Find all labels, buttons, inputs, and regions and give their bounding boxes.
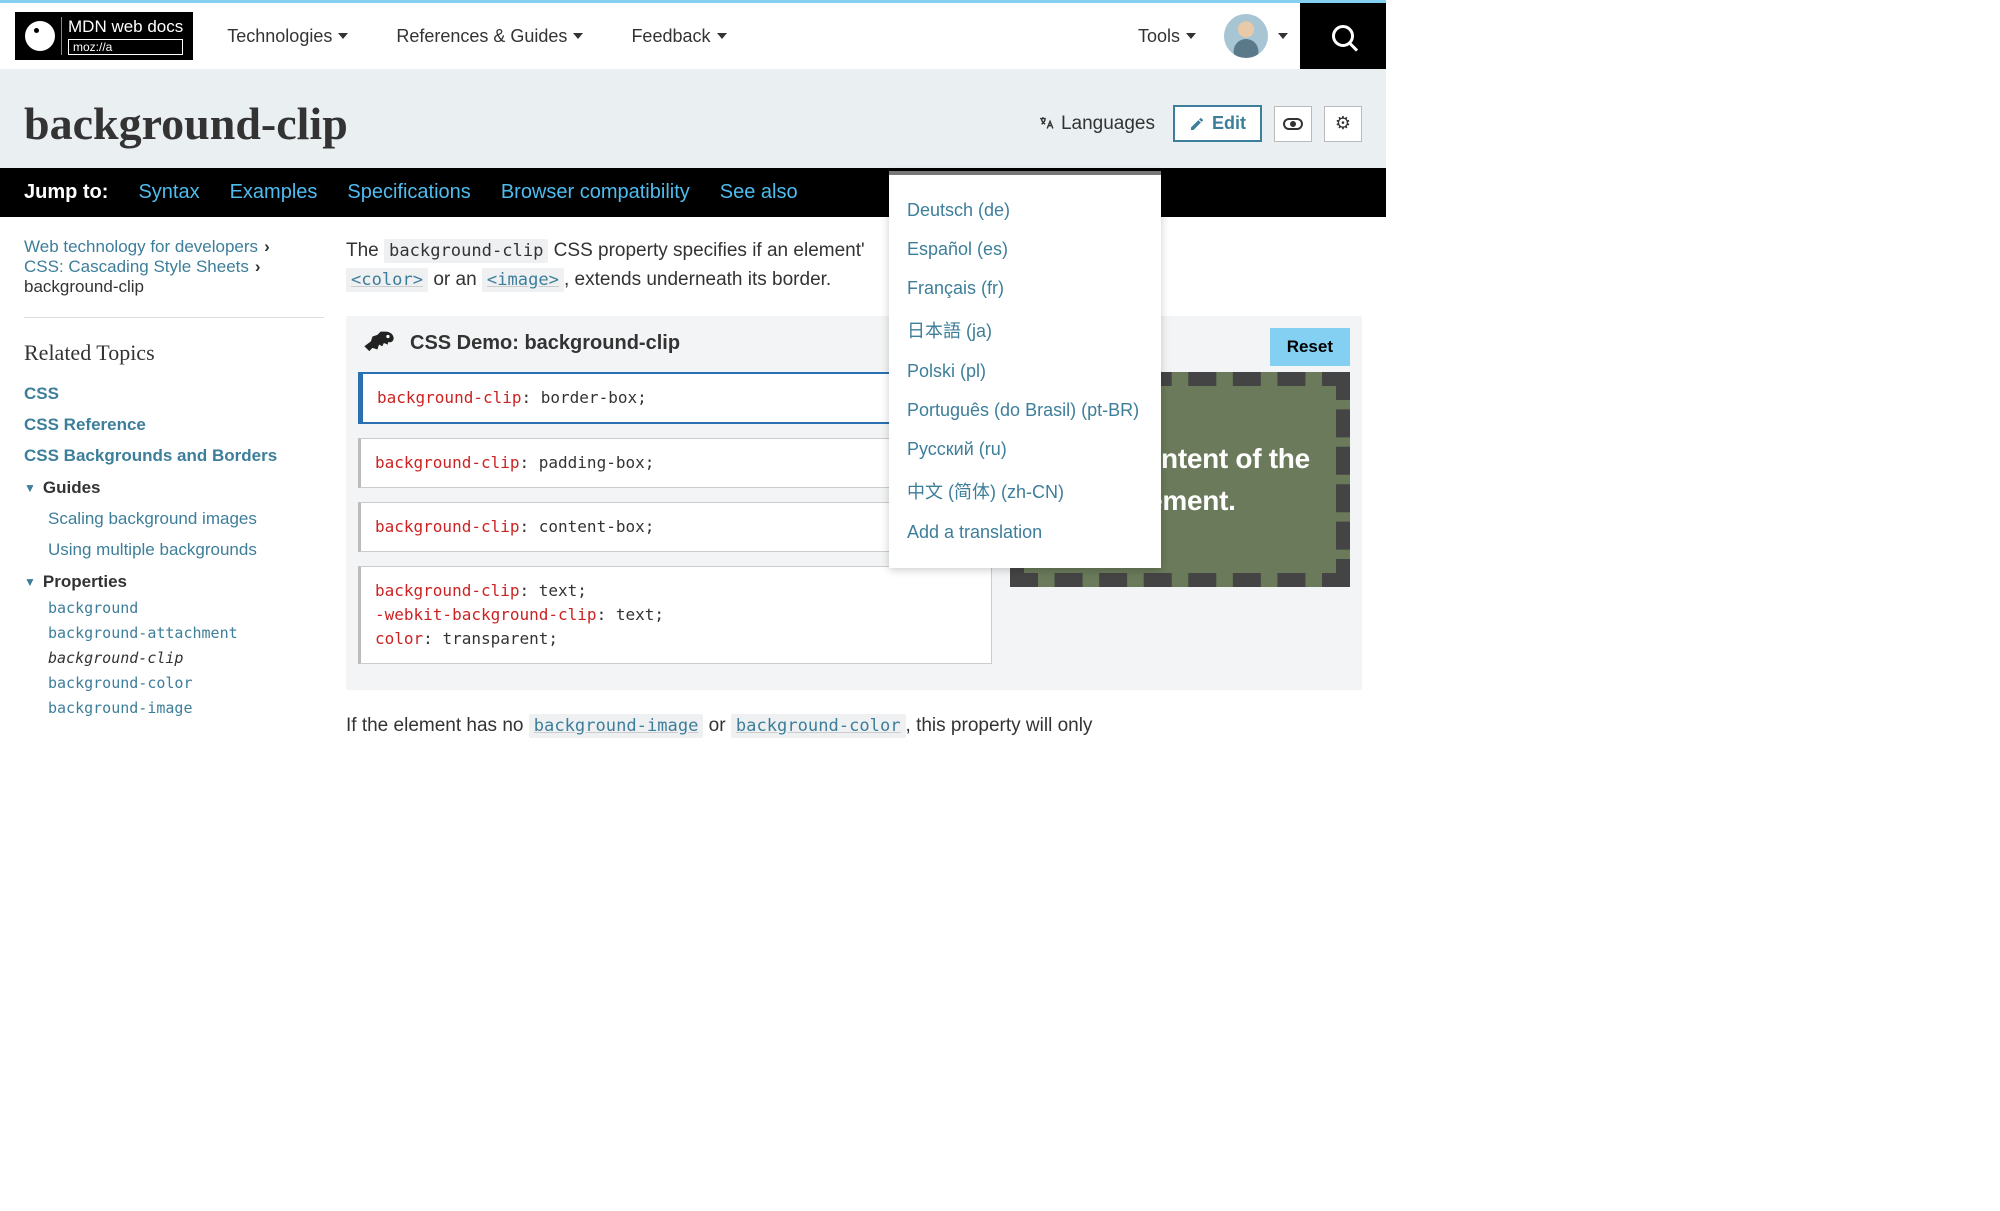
nav-label: Feedback: [631, 26, 710, 47]
mdn-logo[interactable]: MDN web docs moz://a: [15, 12, 193, 60]
breadcrumb: Web technology for developers› CSS: Casc…: [24, 237, 324, 318]
lang-option[interactable]: Deutsch (de): [907, 191, 1143, 230]
sidebar-group-properties[interactable]: ▼ Properties: [24, 572, 324, 592]
content: The background-clip CSS property specifi…: [346, 237, 1362, 741]
lang-option[interactable]: 中文 (简体) (zh-CN): [907, 469, 1143, 513]
code-option[interactable]: background-clip: text; -webkit-backgroun…: [358, 566, 992, 664]
chevron-down-icon: [1278, 33, 1288, 39]
sidebar-group-guides[interactable]: ▼ Guides: [24, 478, 324, 498]
reset-button[interactable]: Reset: [1270, 328, 1350, 366]
jump-link[interactable]: Examples: [230, 181, 318, 204]
lang-option[interactable]: Add a translation: [907, 513, 1143, 552]
nav-label: Tools: [1138, 26, 1180, 47]
jump-link[interactable]: Specifications: [347, 181, 470, 204]
triangle-down-icon: ▼: [24, 481, 36, 495]
outro-paragraph: If the element has no background-image o…: [346, 712, 1362, 741]
dino-icon: [25, 21, 55, 51]
lang-option[interactable]: Português (do Brasil) (pt-BR): [907, 391, 1143, 430]
chevron-right-icon: ›: [255, 257, 261, 277]
nav-label: Technologies: [227, 26, 332, 47]
pencil-icon: [1189, 116, 1205, 132]
title-bar: background-clip Languages Deutsch (de) E…: [0, 69, 1386, 168]
chevron-down-icon: [717, 33, 727, 39]
sidebar-link-backgrounds-borders[interactable]: CSS Backgrounds and Borders: [24, 446, 324, 466]
user-menu[interactable]: [1220, 14, 1300, 58]
sidebar-property[interactable]: background-attachment: [48, 624, 324, 642]
chevron-down-icon: [573, 33, 583, 39]
lang-option[interactable]: Polski (pl): [907, 352, 1143, 391]
breadcrumb-link[interactable]: Web technology for developers: [24, 237, 258, 257]
jump-link[interactable]: Syntax: [138, 181, 199, 204]
edit-button[interactable]: Edit: [1173, 105, 1262, 142]
jump-to-bar: Jump to: Syntax Examples Specifications …: [0, 168, 1386, 217]
sidebar-property[interactable]: background-image: [48, 699, 324, 717]
logo-mozilla: moz://a: [68, 39, 183, 55]
avatar: [1224, 14, 1268, 58]
breadcrumb-link[interactable]: CSS: Cascading Style Sheets: [24, 257, 249, 277]
lang-option[interactable]: Español (es): [907, 230, 1143, 269]
gear-icon: ⚙: [1335, 113, 1351, 134]
nav-label: References & Guides: [396, 26, 567, 47]
sidebar-property[interactable]: background: [48, 599, 324, 617]
lang-option[interactable]: Русский (ru): [907, 430, 1143, 469]
nav-technologies[interactable]: Technologies: [203, 26, 372, 47]
intro-paragraph: The background-clip CSS property specifi…: [346, 237, 1362, 294]
sidebar: Web technology for developers› CSS: Casc…: [24, 237, 324, 741]
nav-references[interactable]: References & Guides: [372, 26, 607, 47]
link-color-type[interactable]: <color>: [346, 269, 428, 290]
nav-feedback[interactable]: Feedback: [607, 26, 750, 47]
languages-label: Languages: [1061, 113, 1155, 135]
nav-tools[interactable]: Tools: [1114, 26, 1220, 47]
chevron-down-icon: [338, 33, 348, 39]
jump-label: Jump to:: [24, 181, 108, 204]
watch-button[interactable]: [1274, 106, 1312, 142]
translate-icon: [1038, 115, 1055, 132]
sidebar-property[interactable]: background-color: [48, 674, 324, 692]
group-label: Guides: [43, 478, 101, 498]
chevron-right-icon: ›: [264, 237, 270, 257]
jump-link[interactable]: See also: [720, 181, 798, 204]
link-bg-color[interactable]: background-color: [731, 715, 906, 736]
eye-icon: [1283, 118, 1303, 130]
languages-dropdown: Deutsch (de) Español (es) Français (fr) …: [889, 171, 1161, 568]
code-inline: background-clip: [384, 239, 548, 263]
languages-button[interactable]: Languages: [1032, 113, 1161, 135]
triangle-down-icon: ▼: [24, 575, 36, 589]
related-topics-heading: Related Topics: [24, 340, 324, 366]
link-image-type[interactable]: <image>: [482, 269, 564, 290]
sidebar-link-css[interactable]: CSS: [24, 384, 324, 404]
edit-label: Edit: [1212, 113, 1246, 134]
search-button[interactable]: [1300, 3, 1386, 69]
lang-option[interactable]: 日本語 (ja): [907, 308, 1143, 352]
title-actions: Languages Deutsch (de) Español (es) Fran…: [1032, 105, 1362, 142]
page-title: background-clip: [24, 97, 1032, 150]
lang-option[interactable]: Français (fr): [907, 269, 1143, 308]
link-bg-image[interactable]: background-image: [529, 715, 704, 736]
search-icon: [1332, 25, 1354, 47]
settings-button[interactable]: ⚙: [1324, 106, 1362, 142]
sidebar-link-css-reference[interactable]: CSS Reference: [24, 415, 324, 435]
logo-text: MDN web docs: [68, 17, 183, 37]
sidebar-link[interactable]: Scaling background images: [48, 509, 324, 529]
group-label: Properties: [43, 572, 127, 592]
dino-icon: [362, 330, 396, 356]
chevron-down-icon: [1186, 33, 1196, 39]
jump-link[interactable]: Browser compatibility: [501, 181, 690, 204]
breadcrumb-current: background-clip: [24, 277, 144, 297]
sidebar-link[interactable]: Using multiple backgrounds: [48, 540, 324, 560]
css-demo: CSS Demo: background-clip Reset backgrou…: [346, 316, 1362, 690]
sidebar-property-current: background-clip: [48, 649, 324, 667]
demo-title: CSS Demo: background-clip: [410, 328, 680, 358]
main: Web technology for developers› CSS: Casc…: [0, 217, 1386, 761]
navbar: MDN web docs moz://a Technologies Refere…: [0, 3, 1386, 69]
